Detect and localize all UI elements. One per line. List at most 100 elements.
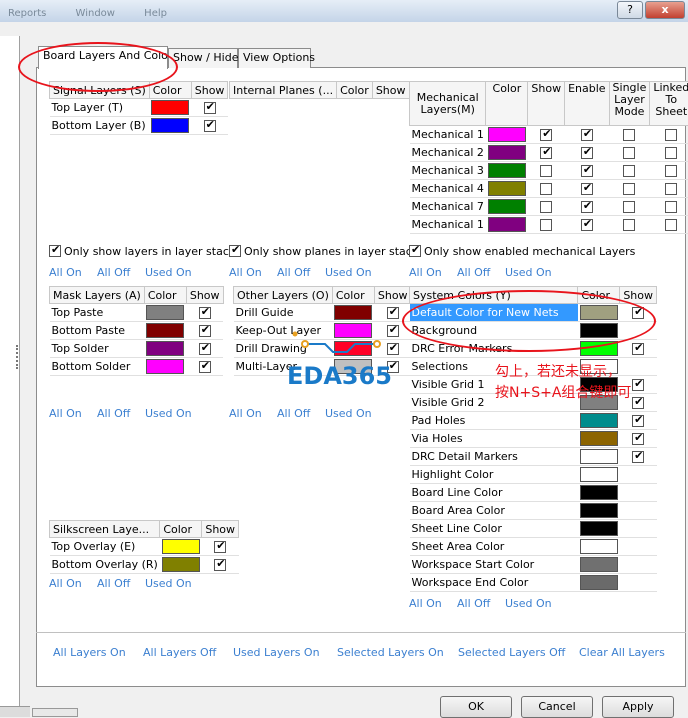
show-checkbox[interactable] xyxy=(632,379,644,391)
layer-row[interactable]: Bottom Paste xyxy=(50,322,224,340)
mechanical-row[interactable]: Mechanical 7 xyxy=(410,198,688,216)
column-header[interactable]: Color xyxy=(160,521,202,538)
system-color-row[interactable]: DRC Detail Markers xyxy=(410,448,657,466)
all-off-link[interactable]: All Off xyxy=(97,266,130,279)
column-header[interactable]: Silkscreen Laye... xyxy=(50,521,160,538)
only-show-mechanical-checkbox[interactable]: Only show enabled mechanical Layers xyxy=(409,245,635,258)
all-off-link[interactable]: All Off xyxy=(457,266,490,279)
show-checkbox[interactable] xyxy=(199,325,211,337)
color-swatch[interactable] xyxy=(580,449,618,464)
column-header[interactable]: Show xyxy=(186,287,223,304)
tab-show-hide[interactable]: Show / Hide xyxy=(168,48,238,68)
layer-row[interactable]: Top Solder xyxy=(50,340,224,358)
layer-row[interactable]: Top Layer (T) xyxy=(50,99,228,117)
all-off-link[interactable]: All Off xyxy=(97,407,130,420)
mechanical-row[interactable]: Mechanical 4 xyxy=(410,180,688,198)
only-show-layers-checkbox[interactable]: Only show layers in layer stack xyxy=(49,245,235,258)
used-on-link[interactable]: Used On xyxy=(325,407,372,420)
single-layer-checkbox[interactable] xyxy=(623,129,635,141)
color-swatch[interactable] xyxy=(580,503,618,518)
column-header[interactable]: Mask Layers (A) xyxy=(50,287,145,304)
mechanical-row[interactable]: Mechanical 2 xyxy=(410,144,688,162)
single-layer-checkbox[interactable] xyxy=(623,165,635,177)
all-on-link[interactable]: All On xyxy=(229,407,262,420)
mechanical-row[interactable]: Mechanical 3 xyxy=(410,162,688,180)
show-checkbox[interactable] xyxy=(387,325,399,337)
color-swatch[interactable] xyxy=(334,305,372,320)
enable-checkbox[interactable] xyxy=(581,165,593,177)
used-layers-on-link[interactable]: Used Layers On xyxy=(233,646,320,659)
column-header[interactable]: Color xyxy=(144,287,186,304)
show-checkbox[interactable] xyxy=(632,451,644,463)
show-checkbox[interactable] xyxy=(214,559,226,571)
checkbox[interactable] xyxy=(49,245,61,257)
enable-checkbox[interactable] xyxy=(581,219,593,231)
layer-row[interactable]: Top Overlay (E) xyxy=(50,538,239,556)
layer-row[interactable]: Bottom Layer (B) xyxy=(50,117,228,135)
color-swatch[interactable] xyxy=(146,323,184,338)
all-on-link[interactable]: All On xyxy=(49,266,82,279)
column-header[interactable]: Show xyxy=(372,82,409,99)
used-on-link[interactable]: Used On xyxy=(505,266,552,279)
color-swatch[interactable] xyxy=(488,163,526,178)
show-checkbox[interactable] xyxy=(214,541,226,553)
all-off-link[interactable]: All Off xyxy=(97,577,130,590)
column-header[interactable]: Color xyxy=(486,82,528,126)
layer-row[interactable]: Bottom Solder xyxy=(50,358,224,376)
show-checkbox[interactable] xyxy=(199,307,211,319)
color-swatch[interactable] xyxy=(162,539,200,554)
show-checkbox[interactable] xyxy=(204,120,216,132)
layer-row[interactable]: Top Paste xyxy=(50,304,224,322)
show-checkbox[interactable] xyxy=(632,415,644,427)
column-header[interactable]: Linked To Sheet xyxy=(650,82,688,126)
color-swatch[interactable] xyxy=(146,305,184,320)
menu-item-help[interactable]: Help xyxy=(144,8,167,19)
used-on-link[interactable]: Used On xyxy=(505,597,552,610)
show-checkbox[interactable] xyxy=(540,165,552,177)
show-checkbox[interactable] xyxy=(387,343,399,355)
menu-item-reports[interactable]: Reports xyxy=(8,8,46,19)
color-swatch[interactable] xyxy=(580,539,618,554)
all-on-link[interactable]: All On xyxy=(229,266,262,279)
used-on-link[interactable]: Used On xyxy=(145,577,192,590)
color-swatch[interactable] xyxy=(151,118,189,133)
enable-checkbox[interactable] xyxy=(581,147,593,159)
color-swatch[interactable] xyxy=(162,557,200,572)
system-color-row[interactable]: Pad Holes xyxy=(410,412,657,430)
layer-row[interactable]: Bottom Overlay (R) xyxy=(50,556,239,574)
selected-layers-on-link[interactable]: Selected Layers On xyxy=(337,646,444,659)
all-off-link[interactable]: All Off xyxy=(457,597,490,610)
all-layers-off-link[interactable]: All Layers Off xyxy=(143,646,216,659)
all-off-link[interactable]: All Off xyxy=(277,407,310,420)
column-header[interactable]: Other Layers (O) xyxy=(234,287,333,304)
mechanical-row[interactable]: Mechanical 1 xyxy=(410,216,688,234)
checkbox[interactable] xyxy=(229,245,241,257)
linked-sheet-checkbox[interactable] xyxy=(665,183,677,195)
color-swatch[interactable] xyxy=(580,557,618,572)
color-swatch[interactable] xyxy=(146,359,184,374)
color-swatch[interactable] xyxy=(580,521,618,536)
system-color-row[interactable]: Sheet Line Color xyxy=(410,520,657,538)
only-show-planes-checkbox[interactable]: Only show planes in layer stack xyxy=(229,245,418,258)
tab-view-options[interactable]: View Options xyxy=(238,48,311,68)
column-header[interactable]: Internal Planes (... xyxy=(230,82,337,99)
enable-checkbox[interactable] xyxy=(581,129,593,141)
column-header[interactable]: Enable xyxy=(565,82,609,126)
column-header[interactable]: Show xyxy=(202,521,239,538)
single-layer-checkbox[interactable] xyxy=(623,219,635,231)
color-swatch[interactable] xyxy=(580,467,618,482)
all-on-link[interactable]: All On xyxy=(409,597,442,610)
column-header[interactable]: Color xyxy=(337,82,373,99)
show-checkbox[interactable] xyxy=(199,361,211,373)
color-swatch[interactable] xyxy=(488,199,526,214)
close-button[interactable]: x xyxy=(645,1,685,19)
all-on-link[interactable]: All On xyxy=(49,407,82,420)
column-header[interactable]: Mechanical Layers(M) xyxy=(410,82,486,126)
system-color-row[interactable]: Workspace Start Color xyxy=(410,556,657,574)
show-checkbox[interactable] xyxy=(632,343,644,355)
column-header[interactable]: Show xyxy=(528,82,565,126)
color-swatch[interactable] xyxy=(580,575,618,590)
color-swatch[interactable] xyxy=(146,341,184,356)
column-header[interactable]: Show xyxy=(191,82,228,99)
linked-sheet-checkbox[interactable] xyxy=(665,165,677,177)
